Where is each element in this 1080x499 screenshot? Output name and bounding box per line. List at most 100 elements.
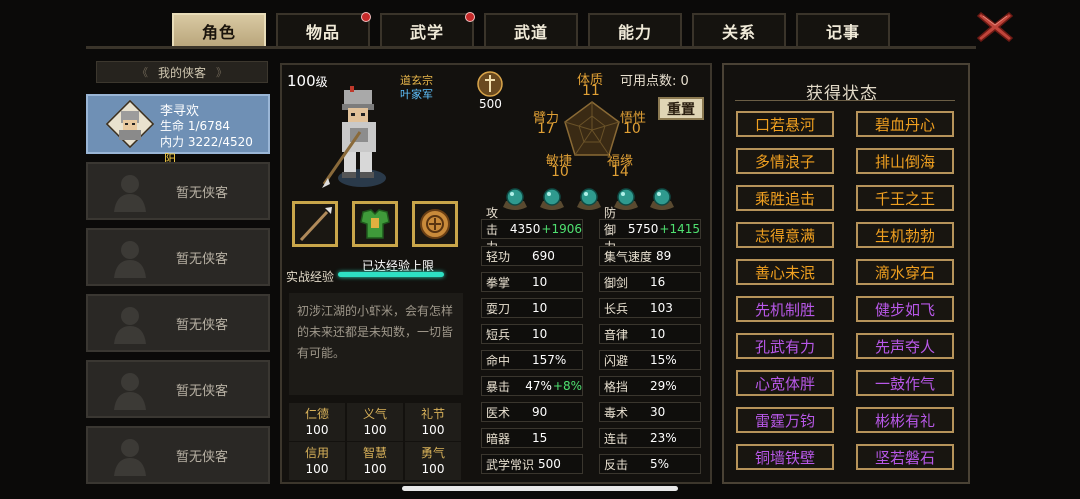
status-tag[interactable]: 碧血丹心 [856, 111, 954, 137]
gem-slot-icon[interactable] [574, 183, 604, 213]
points-value: 500 [479, 97, 502, 111]
stat-value: 5% [650, 457, 670, 471]
medallion-icon [420, 209, 450, 239]
virtue-name: 礼节 [420, 407, 445, 421]
gem-slot-icon[interactable] [647, 183, 677, 213]
stat-value: 15 [532, 431, 548, 445]
tab-journal[interactable]: 记事 [796, 13, 890, 47]
hero-slot-empty[interactable]: 暂无侠客 [86, 426, 270, 484]
home-indicator[interactable] [402, 486, 678, 491]
tab-abilities[interactable]: 能力 [588, 13, 682, 47]
silhouette-icon [114, 307, 146, 344]
close-icon[interactable] [976, 10, 1014, 44]
attr-fortune-value: 14 [611, 164, 629, 180]
tab-martial-arts[interactable]: 武学 [380, 12, 475, 47]
tab-label: 物品 [305, 23, 340, 42]
hero-slot-empty[interactable]: 暂无侠客 [86, 360, 270, 418]
stat-value: 29% [650, 379, 677, 393]
armor-slot[interactable] [352, 201, 398, 247]
stat-key: 集气速度 [604, 249, 653, 264]
stat-key: 音律 [604, 327, 629, 342]
attr-strength-value: 17 [537, 121, 555, 137]
hero-bio: 初涉江湖的小虾米，会有怎样的未来还都是未知数，一切皆有可能。 [289, 293, 463, 395]
stat-key: 毒术 [604, 405, 629, 420]
virtue-name: 智慧 [362, 446, 387, 460]
stat-value: 30 [650, 405, 666, 419]
virtue-name: 义气 [362, 407, 387, 421]
stat-value: 90 [532, 405, 548, 419]
status-tag[interactable]: 千王之王 [856, 185, 954, 211]
status-tag[interactable]: 善心未泯 [736, 259, 834, 285]
stat-value: 16 [650, 275, 666, 289]
silhouette-icon [114, 241, 146, 278]
attr-agility-value: 10 [551, 164, 569, 180]
status-tag[interactable]: 雷霆万钧 [736, 407, 834, 433]
virtue-benevolence: 仁德 100 [289, 403, 345, 441]
status-tag[interactable]: 铜墙铁壁 [736, 444, 834, 470]
empty-slot-label: 暂无侠客 [176, 450, 229, 465]
attr-insight-value: 10 [623, 121, 641, 137]
hero-slot-empty[interactable]: 暂无侠客 [86, 162, 270, 220]
empty-slot-label: 暂无侠客 [176, 384, 229, 399]
status-tag[interactable]: 心宽体胖 [736, 370, 834, 396]
stat-key: 格挡 [604, 379, 629, 394]
tab-relations[interactable]: 关系 [692, 13, 786, 47]
status-divider [735, 100, 955, 101]
tab-label: 武学 [409, 23, 444, 42]
chevron-left-icon: 《 [136, 66, 148, 79]
virtue-value: 100 [421, 423, 445, 437]
notification-dot-icon [465, 12, 475, 22]
status-tag[interactable]: 多情浪子 [736, 148, 834, 174]
status-tag[interactable]: 先机制胜 [736, 296, 834, 322]
stat-key: 医术 [486, 405, 511, 420]
status-tag[interactable]: 先声夺人 [856, 333, 954, 359]
stat-blade: 耍刀 10 [481, 298, 583, 318]
status-tag[interactable]: 排山倒海 [856, 148, 954, 174]
gem-slot-icon[interactable] [537, 183, 567, 213]
stat-combo: 连击 23% [599, 428, 701, 448]
status-tag[interactable]: 坚若磐石 [856, 444, 954, 470]
tab-martial-way[interactable]: 武道 [484, 13, 578, 47]
stat-long-weapon: 长兵 103 [599, 298, 701, 318]
stat-sword: 御剑 16 [599, 272, 701, 292]
tab-items[interactable]: 物品 [276, 12, 371, 47]
status-tag[interactable]: 一鼓作气 [856, 370, 954, 396]
virtue-value: 100 [305, 423, 329, 437]
tab-character[interactable]: 角色 [172, 13, 266, 47]
status-tag[interactable]: 滴水穿石 [856, 259, 954, 285]
stat-value: 103 [650, 301, 673, 315]
silhouette-icon [114, 439, 146, 476]
stat-key: 闪避 [604, 353, 629, 368]
status-tag[interactable]: 孔武有力 [736, 333, 834, 359]
accessory-slot[interactable] [412, 201, 458, 247]
stat-key: 耍刀 [486, 301, 511, 316]
virtue-value: 100 [363, 462, 387, 476]
reset-button[interactable]: 重置 [658, 97, 704, 120]
hero-life: 生命 1/6784 [160, 119, 231, 133]
virtue-loyalty: 义气 100 [347, 403, 403, 441]
hero-slot-empty[interactable]: 暂无侠客 [86, 228, 270, 286]
tab-label: 记事 [825, 23, 860, 42]
status-tag[interactable]: 生机勃勃 [856, 222, 954, 248]
stat-crit: 暴击 47% +8% [481, 376, 583, 396]
tab-underline [86, 46, 976, 49]
stat-value: 15% [650, 353, 677, 367]
hero-card-selected[interactable]: 李寻欢 生命 1/6784 内力 3222/4520阳 [86, 94, 270, 166]
status-tag[interactable]: 乘胜追击 [736, 185, 834, 211]
stat-hidden-weapon: 暗器 15 [481, 428, 583, 448]
weapon-slot[interactable] [292, 201, 338, 247]
status-tag[interactable]: 志得意满 [736, 222, 834, 248]
status-tag[interactable]: 口若悬河 [736, 111, 834, 137]
xp-progress-bar [338, 272, 444, 277]
stat-hit: 命中 157% [481, 350, 583, 370]
status-tag[interactable]: 健步如飞 [856, 296, 954, 322]
tab-label: 能力 [617, 23, 652, 42]
tab-label: 角色 [201, 23, 236, 42]
available-points: 可用点数: 0 [620, 74, 689, 89]
hero-list-header: 《 我的侠客 》 [96, 61, 268, 83]
stat-poison: 毒术 30 [599, 402, 701, 422]
attr-constitution-value: 11 [582, 83, 600, 99]
tab-bar: 角色 物品 武学 武道 能力 关系 记事 [172, 12, 890, 47]
hero-slot-empty[interactable]: 暂无侠客 [86, 294, 270, 352]
status-tag[interactable]: 彬彬有礼 [856, 407, 954, 433]
